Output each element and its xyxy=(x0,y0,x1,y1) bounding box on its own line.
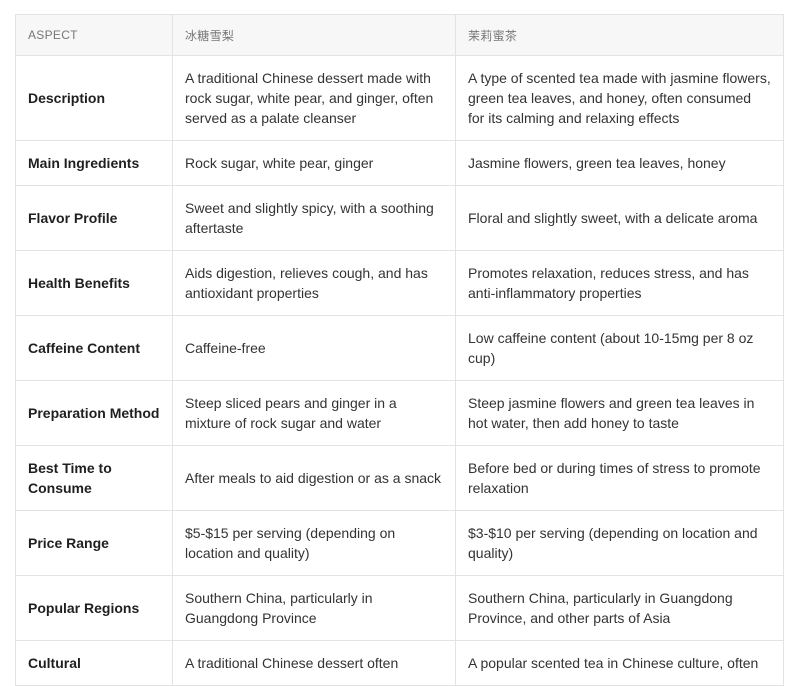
table-row: Best Time to Consume After meals to aid … xyxy=(15,445,784,511)
cell-bingtang-xueli: Caffeine-free xyxy=(172,315,456,381)
cell-bingtang-xueli: A traditional Chinese dessert often xyxy=(172,640,456,686)
cell-bingtang-xueli: A traditional Chinese dessert made with … xyxy=(172,55,456,141)
table-row: Main Ingredients Rock sugar, white pear,… xyxy=(15,140,784,186)
cell-bingtang-xueli: Rock sugar, white pear, ginger xyxy=(172,140,456,186)
table-body: Description A traditional Chinese desser… xyxy=(15,55,784,686)
row-aspect: Caffeine Content xyxy=(15,315,173,381)
comparison-table-container: ASPECT 冰糖雪梨 茉莉蜜茶 Description A tradition… xyxy=(15,14,784,686)
table-row: Caffeine Content Caffeine-free Low caffe… xyxy=(15,315,784,381)
cell-moli-miecha: Jasmine flowers, green tea leaves, honey xyxy=(455,140,784,186)
cell-bingtang-xueli: $5-$15 per serving (depending on locatio… xyxy=(172,510,456,576)
header-bingtang-xueli: 冰糖雪梨 xyxy=(172,14,456,56)
header-aspect: ASPECT xyxy=(15,14,173,56)
cell-bingtang-xueli: Southern China, particularly in Guangdon… xyxy=(172,575,456,641)
table-header: ASPECT 冰糖雪梨 茉莉蜜茶 xyxy=(15,14,784,56)
cell-moli-miecha: Low caffeine content (about 10-15mg per … xyxy=(455,315,784,381)
cell-moli-miecha: Floral and slightly sweet, with a delica… xyxy=(455,185,784,251)
cell-moli-miecha: Before bed or during times of stress to … xyxy=(455,445,784,511)
cell-moli-miecha: Promotes relaxation, reduces stress, and… xyxy=(455,250,784,316)
row-aspect: Best Time to Consume xyxy=(15,445,173,511)
table-row: Health Benefits Aids digestion, relieves… xyxy=(15,250,784,316)
cell-bingtang-xueli: Sweet and slightly spicy, with a soothin… xyxy=(172,185,456,251)
header-row: ASPECT 冰糖雪梨 茉莉蜜茶 xyxy=(15,14,784,56)
cell-moli-miecha: A popular scented tea in Chinese culture… xyxy=(455,640,784,686)
cell-moli-miecha: Steep jasmine flowers and green tea leav… xyxy=(455,380,784,446)
row-aspect: Preparation Method xyxy=(15,380,173,446)
table-row: Popular Regions Southern China, particul… xyxy=(15,575,784,641)
table-row: Description A traditional Chinese desser… xyxy=(15,55,784,141)
cell-bingtang-xueli: Aids digestion, relieves cough, and has … xyxy=(172,250,456,316)
row-aspect: Popular Regions xyxy=(15,575,173,641)
header-moli-miecha: 茉莉蜜茶 xyxy=(455,14,784,56)
cell-moli-miecha: Southern China, particularly in Guangdon… xyxy=(455,575,784,641)
row-aspect: Price Range xyxy=(15,510,173,576)
row-aspect: Cultural xyxy=(15,640,173,686)
cell-bingtang-xueli: After meals to aid digestion or as a sna… xyxy=(172,445,456,511)
row-aspect: Health Benefits xyxy=(15,250,173,316)
table-row: Preparation Method Steep sliced pears an… xyxy=(15,380,784,446)
table-row: Price Range $5-$15 per serving (dependin… xyxy=(15,510,784,576)
table-row: Flavor Profile Sweet and slightly spicy,… xyxy=(15,185,784,251)
comparison-table: ASPECT 冰糖雪梨 茉莉蜜茶 Description A tradition… xyxy=(15,14,784,686)
row-aspect: Main Ingredients xyxy=(15,140,173,186)
table-row: Cultural A traditional Chinese dessert o… xyxy=(15,640,784,686)
cell-moli-miecha: A type of scented tea made with jasmine … xyxy=(455,55,784,141)
row-aspect: Flavor Profile xyxy=(15,185,173,251)
cell-bingtang-xueli: Steep sliced pears and ginger in a mixtu… xyxy=(172,380,456,446)
cell-moli-miecha: $3-$10 per serving (depending on locatio… xyxy=(455,510,784,576)
row-aspect: Description xyxy=(15,55,173,141)
